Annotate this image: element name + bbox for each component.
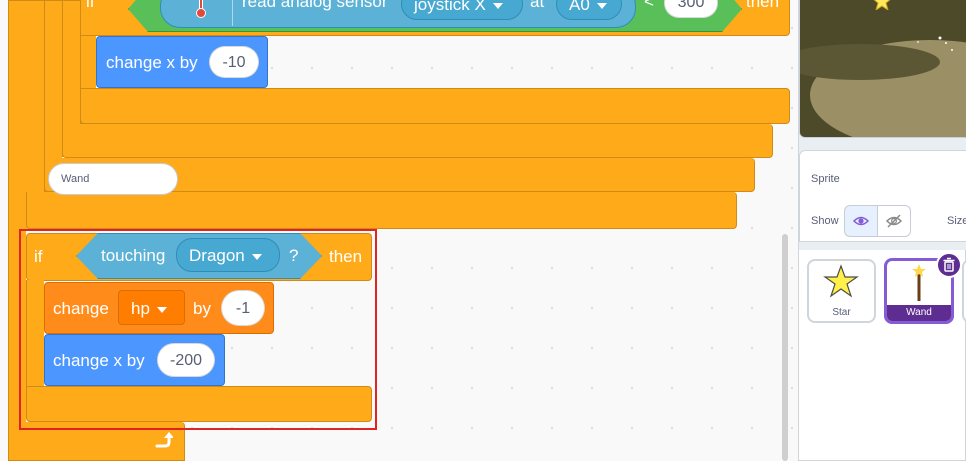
eye-slash-icon — [885, 214, 903, 228]
size-label: Size — [947, 215, 966, 227]
sprite-tile-name: Wand — [887, 305, 951, 321]
stage-preview[interactable] — [799, 0, 966, 138]
trash-icon — [943, 257, 955, 272]
chevron-down-icon — [596, 2, 607, 9]
star-icon — [823, 264, 859, 298]
thermometer-icon — [196, 0, 206, 18]
c-block-bottom-1[interactable] — [80, 88, 790, 124]
less-than-symbol: < — [644, 0, 654, 11]
stage-backdrop — [800, 0, 966, 137]
top-then-label: then — [746, 0, 780, 11]
extension-divider — [232, 0, 233, 26]
show-sprite-button[interactable] — [844, 205, 878, 237]
at-label: at — [530, 0, 545, 11]
vertical-scrollbar[interactable] — [782, 234, 788, 461]
sensor-dropdown[interactable]: joystick X — [401, 0, 523, 20]
sprite-tile-name: Star — [832, 307, 851, 318]
chevron-down-icon — [492, 2, 503, 9]
hide-sprite-button[interactable] — [877, 205, 911, 237]
pin-dropdown[interactable]: A0 — [556, 0, 622, 20]
c-block-bottom-2[interactable] — [62, 124, 773, 158]
sprite-name-value: Wand — [61, 173, 90, 185]
sprite-star-on-stage[interactable] — [872, 0, 892, 12]
c-block-bottom-4[interactable] — [26, 192, 737, 229]
threshold-value: 300 — [677, 0, 705, 11]
sprite-name-input[interactable]: Wand — [48, 163, 178, 195]
code-area[interactable]: if read analog sensor joystick X at A0 <… — [0, 0, 798, 461]
highlight-box — [19, 229, 377, 430]
change-x-label: change x by — [106, 53, 198, 72]
sensor-dropdown-value: joystick X — [414, 0, 486, 14]
pin-dropdown-value: A0 — [569, 0, 590, 14]
sprite-label: Sprite — [811, 173, 840, 185]
delete-sprite-button[interactable] — [936, 252, 962, 278]
threshold-input[interactable]: 300 — [664, 0, 718, 18]
top-if-label: if — [86, 0, 95, 11]
sprite-tile-star[interactable]: Star — [807, 259, 876, 323]
show-label: Show — [811, 215, 839, 227]
sprite-tile-partial[interactable] — [962, 259, 966, 323]
loop-arrow-icon — [153, 430, 174, 450]
change-x-input[interactable]: -10 — [209, 46, 259, 78]
change-x-value: -10 — [222, 54, 246, 71]
read-analog-sensor-label: read analog sensor — [242, 0, 388, 11]
eye-icon — [852, 216, 870, 226]
